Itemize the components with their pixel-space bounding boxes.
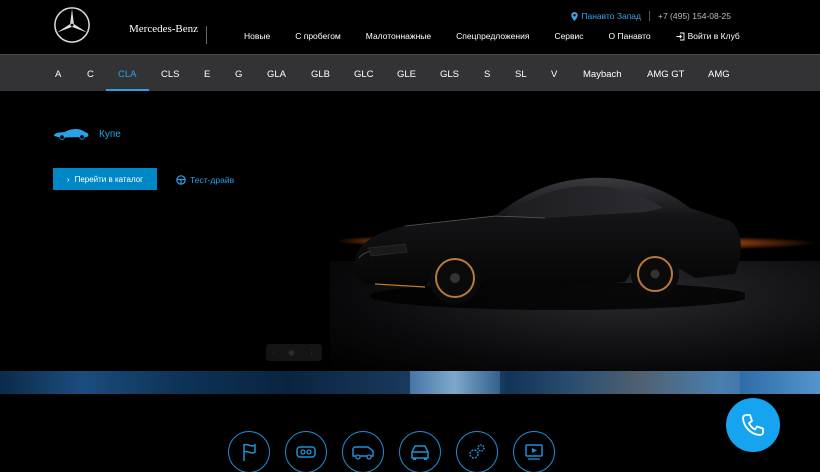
- model-cls[interactable]: CLS: [161, 69, 179, 80]
- gears-icon[interactable]: [456, 431, 498, 472]
- body-type[interactable]: Купе: [53, 128, 121, 140]
- flag-icon[interactable]: [228, 431, 270, 472]
- nav-about[interactable]: О Панавто: [609, 31, 651, 41]
- car-image: [354, 177, 745, 310]
- nav-new[interactable]: Новые: [244, 31, 270, 41]
- main-nav: Новые С пробегом Малотоннажные Спецпредл…: [244, 31, 740, 41]
- model-cla[interactable]: CLA: [118, 69, 136, 80]
- test-drive-link[interactable]: Тест-драйв: [176, 175, 234, 185]
- banner-preview-strip: [0, 371, 820, 394]
- pause-icon[interactable]: ◉: [288, 348, 295, 357]
- model-e[interactable]: E: [204, 69, 210, 80]
- body-type-label: Купе: [99, 128, 121, 140]
- brand-divider: [206, 26, 207, 44]
- go-to-catalog-button[interactable]: › Перейти в каталог: [53, 168, 157, 190]
- vr-headset-icon[interactable]: [285, 431, 327, 472]
- top-info: Панавто Запад +7 (495) 154-08-25: [571, 11, 731, 21]
- coupe-car-icon: [54, 129, 89, 140]
- steering-wheel-icon: [176, 175, 186, 185]
- brand-name[interactable]: Mercedes-Benz: [129, 23, 198, 35]
- location-label: Панавто Запад: [581, 11, 641, 21]
- prev-icon[interactable]: ‹: [272, 348, 275, 357]
- model-a[interactable]: A: [55, 69, 61, 80]
- model-selector-bar: A C CLA CLS E G GLA GLB GLC GLE GLS S SL…: [0, 54, 820, 91]
- model-s[interactable]: S: [484, 69, 490, 80]
- model-g[interactable]: G: [235, 69, 242, 80]
- model-v[interactable]: V: [551, 69, 557, 80]
- hero-banner: Купе › Перейти в каталог Тест-драйв ‹ ◉ …: [0, 91, 820, 371]
- van-icon[interactable]: [342, 431, 384, 472]
- strip-highlight: [740, 371, 820, 394]
- more-icon[interactable]: ⋮: [308, 348, 316, 357]
- site-header: Mercedes-Benz Панавто Запад +7 (495) 154…: [0, 0, 820, 54]
- model-gla[interactable]: GLA: [267, 69, 286, 80]
- strip-highlight: [410, 371, 500, 394]
- model-gle[interactable]: GLE: [397, 69, 416, 80]
- map-pin-icon: [571, 11, 579, 21]
- callback-button[interactable]: [726, 398, 780, 452]
- model-amg[interactable]: AMG: [708, 69, 730, 80]
- chevron-right-icon: ›: [66, 174, 70, 184]
- model-maybach[interactable]: Maybach: [583, 69, 622, 80]
- carousel-controls[interactable]: ‹ ◉ ⋮: [266, 344, 322, 361]
- quick-links: [0, 394, 820, 472]
- mercedes-star-logo-icon[interactable]: [53, 6, 91, 44]
- model-glb[interactable]: GLB: [311, 69, 330, 80]
- catalog-button-label: Перейти в каталог: [74, 174, 144, 184]
- model-amg-gt[interactable]: AMG GT: [647, 69, 684, 80]
- nav-special-offers[interactable]: Спецпредложения: [456, 31, 529, 41]
- phone-number[interactable]: +7 (495) 154-08-25: [658, 11, 731, 21]
- nav-service[interactable]: Сервис: [554, 31, 583, 41]
- model-glc[interactable]: GLC: [354, 69, 374, 80]
- nav-used[interactable]: С пробегом: [295, 31, 341, 41]
- divider: [648, 11, 650, 21]
- model-gls[interactable]: GLS: [440, 69, 459, 80]
- location-link[interactable]: Панавто Запад: [571, 11, 641, 21]
- car-front-icon[interactable]: [399, 431, 441, 472]
- nav-light-commercial[interactable]: Малотоннажные: [366, 31, 431, 41]
- login-label: Войти в Клуб: [687, 31, 740, 41]
- login-link[interactable]: Войти в Клуб: [676, 31, 740, 41]
- test-drive-label: Тест-драйв: [190, 175, 235, 185]
- phone-icon: [742, 414, 764, 436]
- model-sl[interactable]: SL: [515, 69, 527, 80]
- login-icon: [676, 32, 685, 40]
- video-play-icon[interactable]: [513, 431, 555, 472]
- model-c[interactable]: C: [87, 69, 94, 80]
